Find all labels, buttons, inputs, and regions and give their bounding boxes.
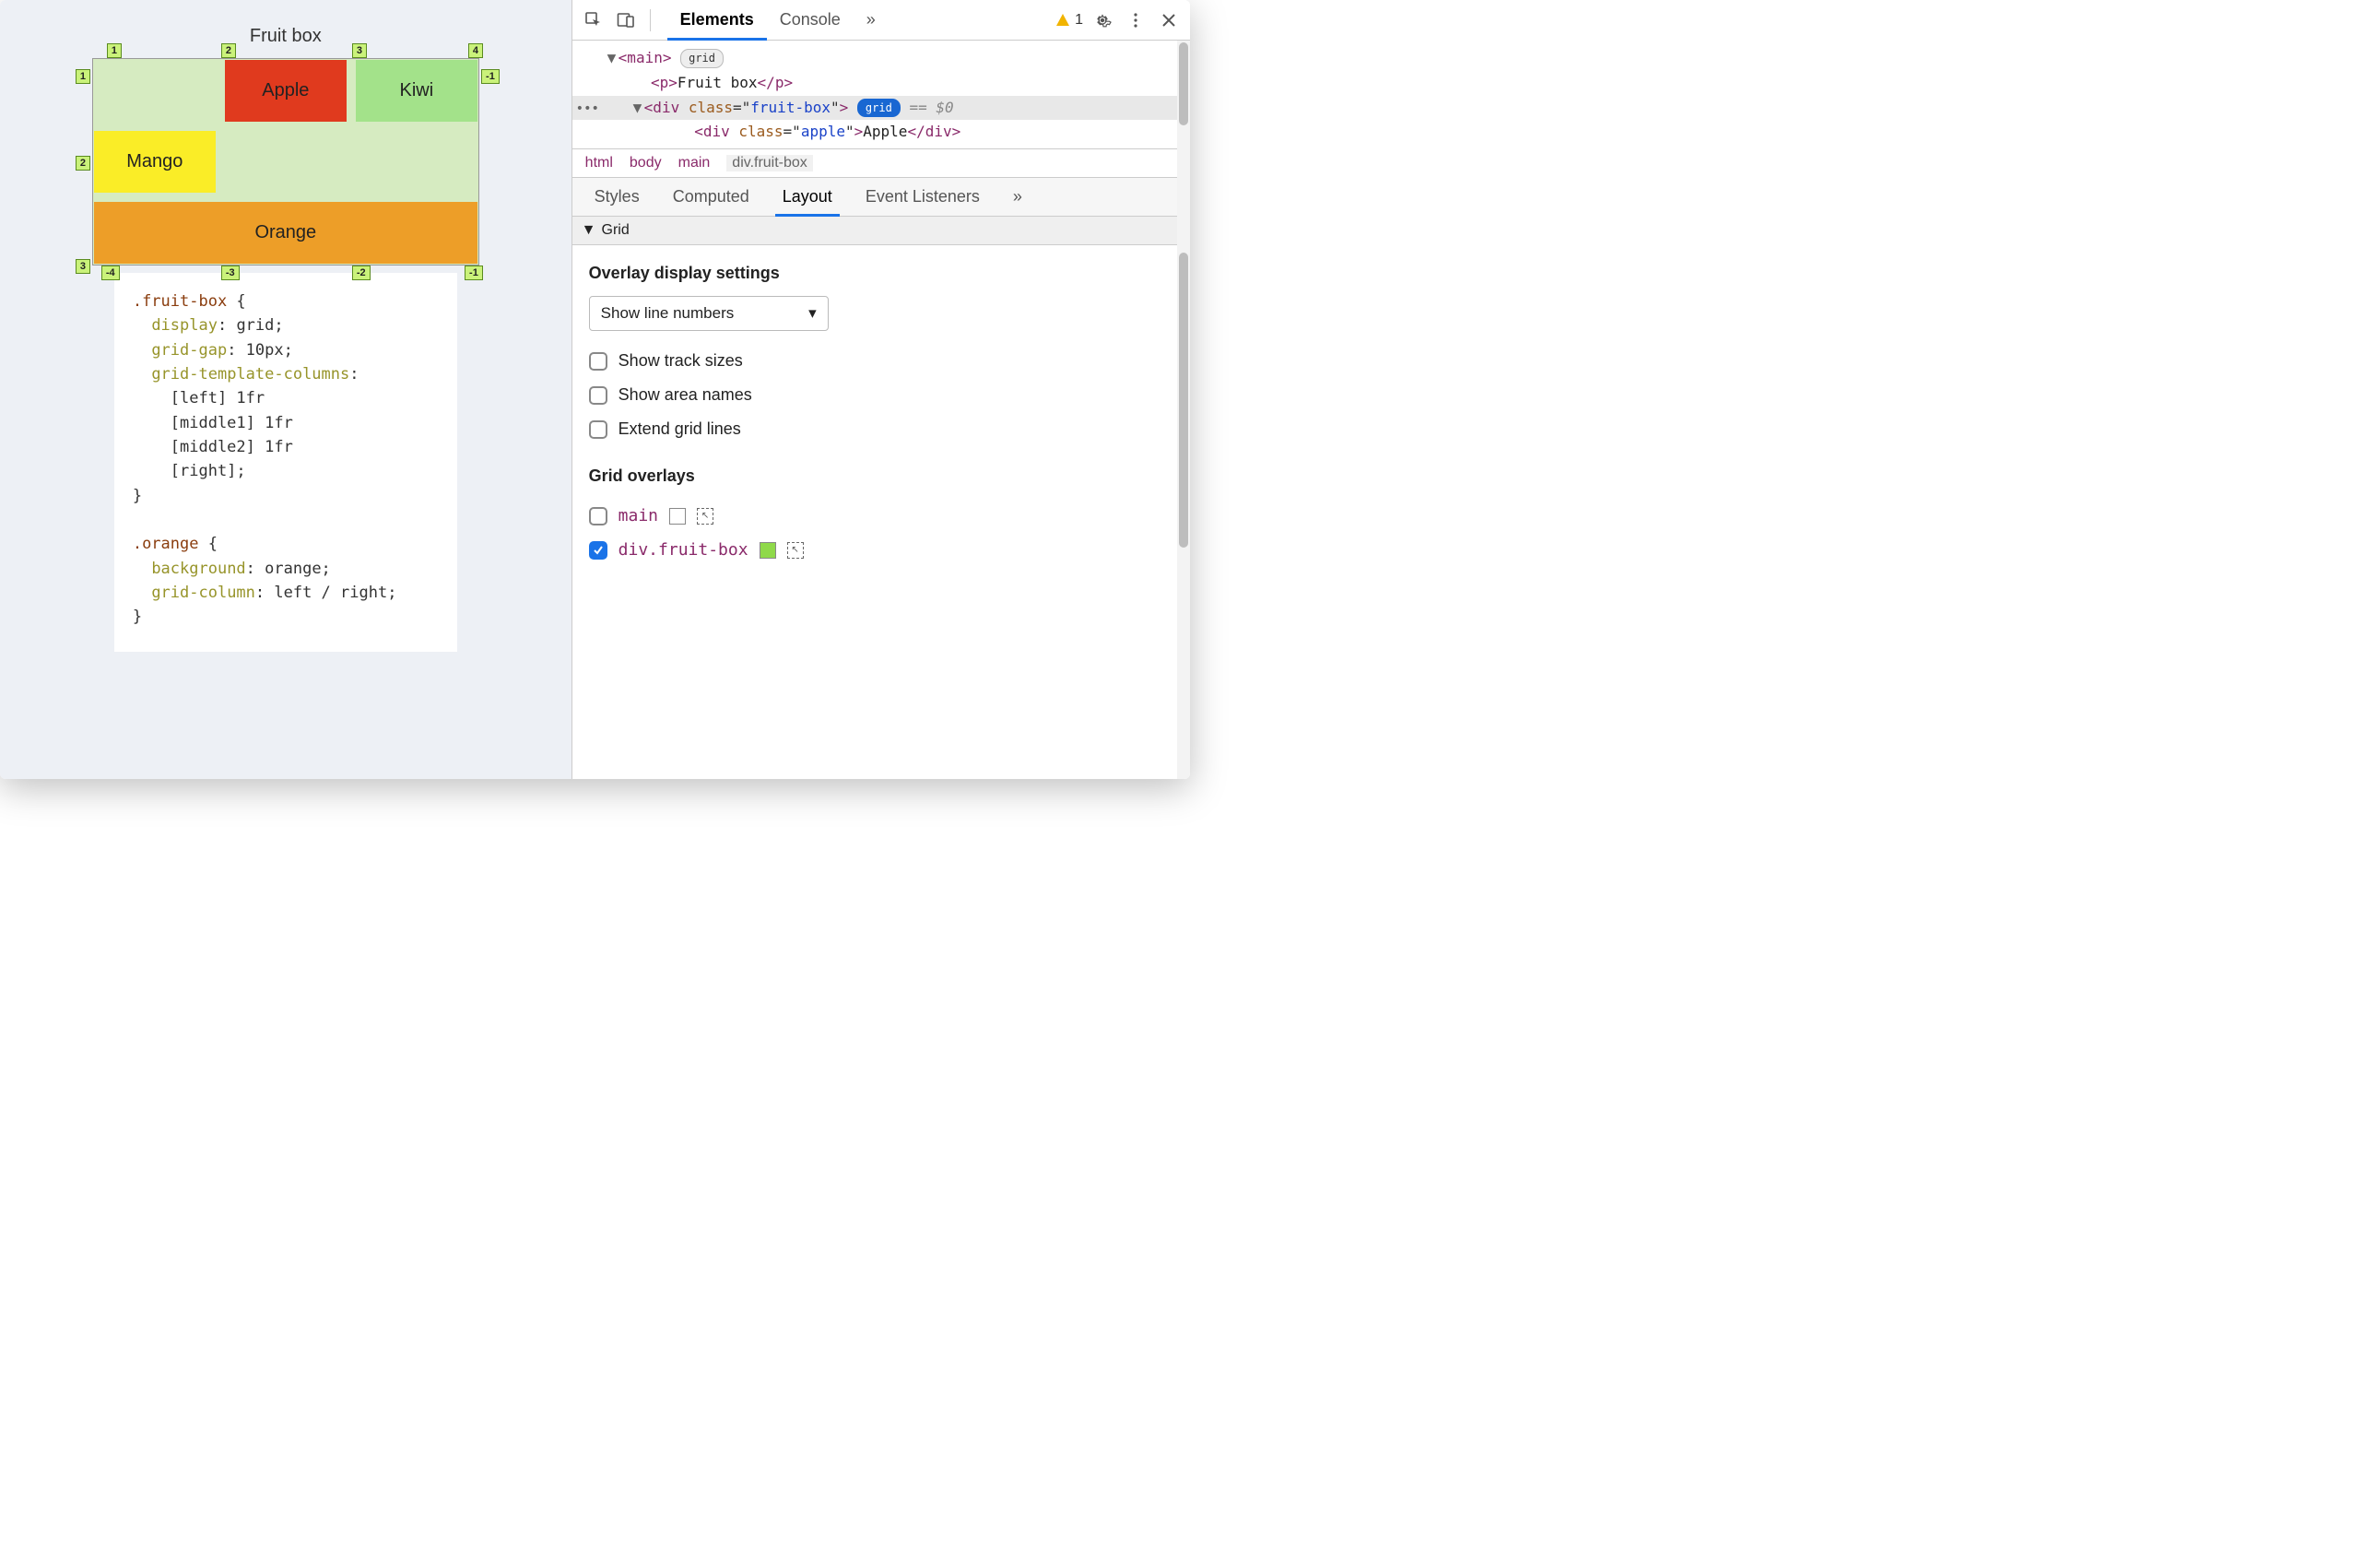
warning-icon — [1055, 12, 1071, 29]
grid-line-label: -1 — [465, 266, 483, 280]
option-label: Show area names — [619, 385, 752, 405]
checkbox-area-names[interactable] — [589, 386, 607, 405]
crumb-fruit-box[interactable]: div.fruit-box — [726, 155, 813, 171]
checkbox-overlay-main[interactable] — [589, 507, 607, 525]
chevron-down-icon: ▾ — [808, 304, 817, 323]
dom-node-main[interactable]: ▼<main> grid — [607, 46, 1190, 71]
crumb-html[interactable]: html — [585, 155, 613, 171]
highlight-element-icon[interactable]: ↖ — [697, 508, 713, 525]
dom-node-p[interactable]: <p>Fruit box</p> — [607, 71, 1190, 96]
dom-node-fruit-box[interactable]: •••▼<div class="fruit-box"> grid == $0 — [572, 96, 1190, 121]
selected-node-marker: == $0 — [909, 99, 953, 116]
grid-section-header[interactable]: ▼ Grid — [572, 217, 1190, 245]
devtools-scrollbar[interactable] — [1177, 41, 1190, 779]
scrollbar-thumb[interactable] — [1179, 253, 1188, 548]
fruit-box-grid: Apple Kiwi Mango Orange — [92, 58, 479, 266]
warning-count-badge[interactable]: 1 — [1055, 12, 1083, 29]
kebab-menu-icon[interactable] — [1122, 6, 1149, 34]
close-devtools-icon[interactable] — [1155, 6, 1183, 34]
grid-line-label: 2 — [221, 43, 236, 58]
tabs-overflow-icon[interactable]: » — [854, 0, 889, 40]
disclosure-triangle-icon[interactable]: ▼ — [582, 222, 596, 239]
warning-count: 1 — [1075, 12, 1083, 29]
line-numbers-select[interactable]: Show line numbers ▾ — [589, 296, 829, 331]
subtab-computed[interactable]: Computed — [656, 178, 766, 216]
overlay-row-fruit-box[interactable]: div.fruit-box ↖ — [589, 533, 1173, 567]
subtab-event-listeners[interactable]: Event Listeners — [849, 178, 996, 216]
css-code-block: .fruit-box { display: grid; grid-gap: 10… — [114, 273, 457, 652]
overlay-display-settings-heading: Overlay display settings — [589, 264, 1173, 283]
grid-line-label: 3 — [352, 43, 367, 58]
option-label: Extend grid lines — [619, 419, 741, 439]
app-window: Fruit box Apple Kiwi Mango Orange 1 2 3 … — [0, 0, 1190, 779]
crumb-body[interactable]: body — [630, 155, 662, 171]
inspect-icon[interactable] — [580, 6, 607, 34]
rendered-page-pane: Fruit box Apple Kiwi Mango Orange 1 2 3 … — [0, 0, 571, 779]
grid-line-label: 1 — [107, 43, 122, 58]
more-actions-icon[interactable]: ••• — [576, 100, 599, 120]
subtab-layout[interactable]: Layout — [766, 178, 849, 216]
grid-line-label: -4 — [101, 266, 120, 280]
devtools-main-tabs: Elements Console » — [667, 0, 889, 40]
overlay-row-main[interactable]: main ↖ — [589, 499, 1173, 533]
grid-line-label: 1 — [76, 69, 90, 84]
option-label: Show track sizes — [619, 351, 743, 371]
grid-overlays-heading: Grid overlays — [589, 466, 1173, 486]
grid-badge[interactable]: grid — [680, 49, 724, 68]
scrollbar-thumb[interactable] — [1179, 42, 1188, 125]
subtab-styles[interactable]: Styles — [578, 178, 656, 216]
cell-apple: Apple — [225, 60, 347, 122]
overlay-label: div.fruit-box — [619, 540, 748, 560]
layout-pane-body: Overlay display settings Show line numbe… — [572, 245, 1190, 574]
dom-node-apple[interactable]: <div class="apple">Apple</div> — [607, 120, 1190, 145]
color-swatch[interactable] — [760, 542, 776, 559]
option-extend-grid-lines[interactable]: Extend grid lines — [589, 412, 1173, 446]
option-show-area-names[interactable]: Show area names — [589, 378, 1173, 412]
grid-badge-active[interactable]: grid — [857, 99, 901, 118]
devtools-toolbar: Elements Console » 1 — [572, 0, 1190, 41]
checkbox-track-sizes[interactable] — [589, 352, 607, 371]
grid-line-label: -3 — [221, 266, 240, 280]
dom-tree[interactable]: ▼<main> grid <p>Fruit box</p> •••▼<div c… — [572, 41, 1190, 148]
settings-icon[interactable] — [1089, 6, 1116, 34]
tab-elements[interactable]: Elements — [667, 0, 767, 40]
grid-line-label: -2 — [352, 266, 371, 280]
styles-pane-tabs: Styles Computed Layout Event Listeners » — [572, 178, 1190, 217]
highlight-element-icon[interactable]: ↖ — [787, 542, 804, 559]
grid-overlay-wrap: Apple Kiwi Mango Orange 1 2 3 4 1 2 3 -1… — [92, 58, 479, 266]
option-show-track-sizes[interactable]: Show track sizes — [589, 344, 1173, 378]
dom-breadcrumbs: html body main div.fruit-box — [572, 148, 1190, 178]
grid-line-label: 4 — [468, 43, 483, 58]
cell-orange: Orange — [94, 202, 477, 264]
device-toggle-icon[interactable] — [613, 6, 641, 34]
line-numbers-select-value: Show line numbers — [601, 304, 735, 323]
devtools-pane: Elements Console » 1 ▼<main> grid <p>Fru — [571, 0, 1190, 779]
grid-line-label: 3 — [76, 259, 90, 274]
toolbar-divider — [650, 9, 651, 31]
grid-section-title: Grid — [602, 222, 630, 239]
subtabs-overflow-icon[interactable]: » — [996, 178, 1039, 216]
grid-line-label: 2 — [76, 156, 90, 171]
crumb-main[interactable]: main — [678, 155, 711, 171]
cell-kiwi: Kiwi — [356, 60, 477, 122]
overlay-label: main — [619, 506, 658, 525]
checkbox-overlay-fruit-box[interactable] — [589, 541, 607, 560]
checkbox-extend-lines[interactable] — [589, 420, 607, 439]
color-swatch[interactable] — [669, 508, 686, 525]
cell-mango: Mango — [94, 131, 216, 193]
tab-console[interactable]: Console — [767, 0, 854, 40]
grid-line-label: -1 — [481, 69, 500, 84]
